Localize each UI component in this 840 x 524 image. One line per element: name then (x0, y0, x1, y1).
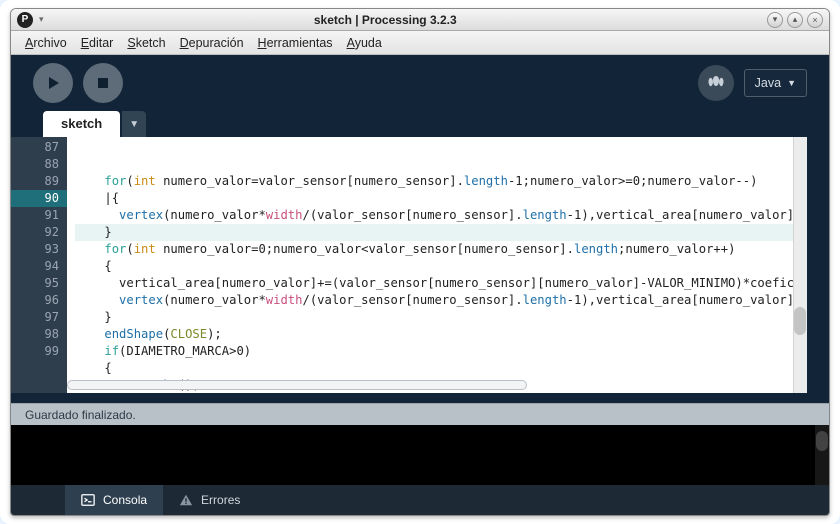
code-line[interactable]: |{ (75, 190, 807, 207)
code-line[interactable]: endShape(CLOSE); (75, 326, 807, 343)
console-scroll-thumb[interactable] (816, 431, 828, 451)
play-icon (45, 75, 61, 91)
stop-button[interactable] (83, 63, 123, 103)
window-title: sketch | Processing 3.2.3 (10, 13, 761, 27)
code-line[interactable]: vertex(numero_valor*width/(valor_sensor[… (75, 292, 807, 309)
line-number: 95 (11, 275, 67, 292)
menu-depuración[interactable]: Depuración (174, 34, 250, 52)
menu-archivo[interactable]: Archivo (19, 34, 73, 52)
menu-herramientas[interactable]: Herramientas (252, 34, 339, 52)
line-number: 93 (11, 241, 67, 258)
console-output[interactable] (11, 425, 829, 485)
menu-sketch[interactable]: Sketch (121, 34, 171, 52)
status-bar: Guardado finalizado. (11, 403, 829, 425)
line-number: 89 (11, 173, 67, 190)
minimize-button[interactable]: ▾ (767, 12, 783, 28)
editor-vertical-scrollbar[interactable] (793, 137, 807, 393)
line-number: 96 (11, 292, 67, 309)
editor-horizontal-scrollbar[interactable] (67, 380, 527, 390)
line-number: 87 (11, 139, 67, 156)
mode-selector[interactable]: Java ▼ (744, 69, 807, 97)
code-line[interactable]: } (75, 224, 807, 241)
line-number: 92 (11, 224, 67, 241)
line-number: 99 (11, 343, 67, 360)
code-line[interactable]: if(DIAMETRO_MARCA>0) (75, 343, 807, 360)
menu-bar: ArchivoEditarSketchDepuraciónHerramienta… (11, 31, 829, 55)
stop-icon (96, 76, 110, 90)
errors-tab[interactable]: Errores (163, 485, 256, 515)
mode-label: Java (755, 76, 781, 90)
console-tab[interactable]: Consola (65, 485, 163, 515)
errors-tab-label: Errores (201, 493, 240, 507)
chevron-down-icon: ▼ (787, 78, 796, 88)
line-number: 94 (11, 258, 67, 275)
menu-ayuda[interactable]: Ayuda (341, 34, 388, 52)
close-button[interactable]: × (807, 12, 823, 28)
code-line[interactable]: for(int numero_valor=valor_sensor[numero… (75, 173, 807, 190)
console-vertical-scrollbar[interactable] (815, 425, 829, 485)
maximize-button[interactable]: ▴ (787, 12, 803, 28)
sketch-tab[interactable]: sketch (43, 111, 120, 137)
line-number: 91 (11, 207, 67, 224)
code-line[interactable]: { (75, 360, 807, 377)
line-number: 98 (11, 326, 67, 343)
line-number-gutter: 87888990919293949596979899 (11, 137, 67, 393)
code-line[interactable]: for(int numero_valor=0;numero_valor<valo… (75, 241, 807, 258)
sketch-tab-strip: sketch ▼ (11, 111, 829, 137)
debugger-button[interactable] (698, 65, 734, 101)
window-titlebar: P ▾ sketch | Processing 3.2.3 ▾ ▴ × (11, 9, 829, 31)
application-window: P ▾ sketch | Processing 3.2.3 ▾ ▴ × Arch… (10, 8, 830, 516)
run-button[interactable] (33, 63, 73, 103)
butterfly-icon (706, 73, 726, 93)
code-editor[interactable]: for(int numero_valor=valor_sensor[numero… (67, 137, 807, 393)
vertical-scroll-thumb[interactable] (794, 307, 806, 335)
toolbar: Java ▼ (11, 55, 829, 111)
code-line[interactable]: vertex(numero_valor*width/(valor_sensor[… (75, 207, 807, 224)
warning-icon (179, 493, 193, 507)
code-line[interactable]: { (75, 258, 807, 275)
line-number: 90 (11, 190, 67, 207)
tab-menu-button[interactable]: ▼ (122, 111, 146, 137)
line-number: 88 (11, 156, 67, 173)
console-icon (81, 493, 95, 507)
line-number: 97 (11, 309, 67, 326)
console-tab-label: Consola (103, 493, 147, 507)
editor-area: 87888990919293949596979899 for(int numer… (11, 137, 829, 403)
code-line[interactable]: } (75, 309, 807, 326)
menu-editar[interactable]: Editar (75, 34, 120, 52)
code-line[interactable]: vertical_area[numero_valor]+=(valor_sens… (75, 275, 807, 292)
status-message: Guardado finalizado. (25, 408, 136, 422)
bottom-tab-bar: Consola Errores (11, 485, 829, 515)
